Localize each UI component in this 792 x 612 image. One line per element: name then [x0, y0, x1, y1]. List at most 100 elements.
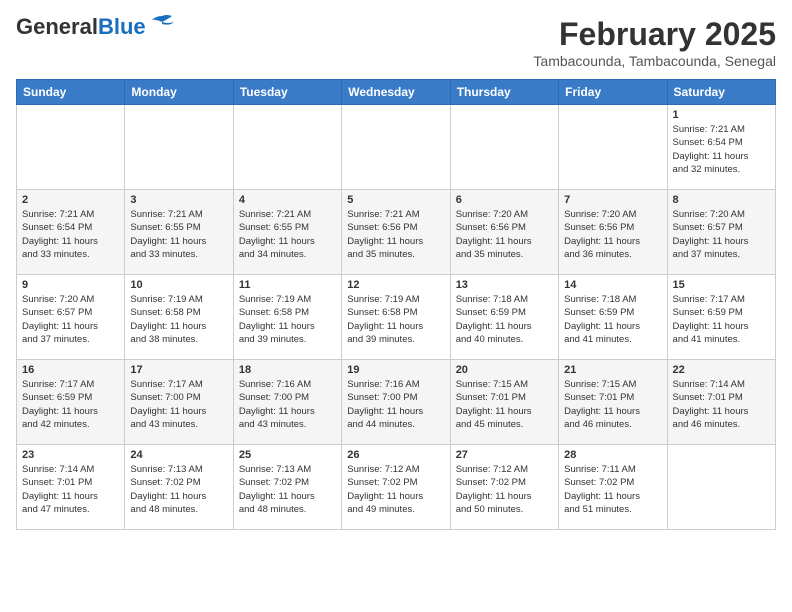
- calendar-cell: [17, 105, 125, 190]
- day-info: Sunrise: 7:19 AMSunset: 6:58 PMDaylight:…: [347, 293, 444, 346]
- calendar-cell: 24 Sunrise: 7:13 AMSunset: 7:02 PMDayligh…: [125, 445, 233, 530]
- calendar-cell: 3 Sunrise: 7:21 AMSunset: 6:55 PMDaylight…: [125, 190, 233, 275]
- weekday-header-sunday: Sunday: [17, 80, 125, 105]
- day-info: Sunrise: 7:20 AMSunset: 6:56 PMDaylight:…: [564, 208, 661, 261]
- calendar-week-2: 9 Sunrise: 7:20 AMSunset: 6:57 PMDaylight…: [17, 275, 776, 360]
- calendar-cell: 20Sunrise: 7:15 AMSunset: 7:01 PMDayligh…: [450, 360, 558, 445]
- day-info: Sunrise: 7:15 AMSunset: 7:01 PMDaylight:…: [456, 378, 553, 431]
- day-info: Sunrise: 7:14 AMSunset: 7:01 PMDaylight:…: [22, 463, 119, 516]
- calendar-week-4: 23 Sunrise: 7:14 AMSunset: 7:01 PMDayligh…: [17, 445, 776, 530]
- calendar-cell: 27Sunrise: 7:12 AMSunset: 7:02 PMDayligh…: [450, 445, 558, 530]
- day-number: 21: [564, 364, 661, 376]
- calendar-cell: [559, 105, 667, 190]
- calendar-cell: 25 Sunrise: 7:13 AMSunset: 7:02 PMDayligh…: [233, 445, 341, 530]
- day-number: 1: [673, 109, 770, 121]
- calendar-cell: [233, 105, 341, 190]
- calendar-cell: 22 Sunrise: 7:14 AMSunset: 7:01 PMDayligh…: [667, 360, 775, 445]
- day-info: Sunrise: 7:20 AMSunset: 6:57 PMDaylight:…: [22, 293, 119, 346]
- calendar-cell: 19 Sunrise: 7:16 AMSunset: 7:00 PMDayligh…: [342, 360, 450, 445]
- calendar-cell: 23 Sunrise: 7:14 AMSunset: 7:01 PMDayligh…: [17, 445, 125, 530]
- day-info: Sunrise: 7:20 AMSunset: 6:56 PMDaylight:…: [456, 208, 553, 261]
- calendar-week-3: 16 Sunrise: 7:17 AMSunset: 6:59 PMDayligh…: [17, 360, 776, 445]
- day-number: 6: [456, 194, 553, 206]
- calendar-week-0: 1 Sunrise: 7:21 AMSunset: 6:54 PMDaylight…: [17, 105, 776, 190]
- day-info: Sunrise: 7:17 AMSunset: 6:59 PMDaylight:…: [22, 378, 119, 431]
- calendar-cell: 7Sunrise: 7:20 AMSunset: 6:56 PMDaylight…: [559, 190, 667, 275]
- day-number: 28: [564, 449, 661, 461]
- calendar-cell: 16 Sunrise: 7:17 AMSunset: 6:59 PMDayligh…: [17, 360, 125, 445]
- day-number: 23: [22, 449, 119, 461]
- calendar-cell: [667, 445, 775, 530]
- title-block: February 2025 Tambacounda, Tambacounda, …: [533, 16, 776, 69]
- day-info: Sunrise: 7:17 AMSunset: 6:59 PMDaylight:…: [673, 293, 770, 346]
- weekday-header-thursday: Thursday: [450, 80, 558, 105]
- page-subtitle: Tambacounda, Tambacounda, Senegal: [533, 53, 776, 69]
- calendar: SundayMondayTuesdayWednesdayThursdayFrid…: [16, 79, 776, 530]
- calendar-cell: 28 Sunrise: 7:11 AMSunset: 7:02 PMDayligh…: [559, 445, 667, 530]
- page-title: February 2025: [533, 16, 776, 53]
- day-info: Sunrise: 7:19 AMSunset: 6:58 PMDaylight:…: [130, 293, 227, 346]
- day-number: 25: [239, 449, 336, 461]
- day-info: Sunrise: 7:21 AMSunset: 6:54 PMDaylight:…: [22, 208, 119, 261]
- weekday-header-wednesday: Wednesday: [342, 80, 450, 105]
- calendar-cell: 10 Sunrise: 7:19 AMSunset: 6:58 PMDayligh…: [125, 275, 233, 360]
- day-number: 14: [564, 279, 661, 291]
- calendar-cell: 4Sunrise: 7:21 AMSunset: 6:55 PMDaylight…: [233, 190, 341, 275]
- calendar-header-row: SundayMondayTuesdayWednesdayThursdayFrid…: [17, 80, 776, 105]
- day-info: Sunrise: 7:12 AMSunset: 7:02 PMDaylight:…: [347, 463, 444, 516]
- calendar-cell: 2 Sunrise: 7:21 AMSunset: 6:54 PMDaylight…: [17, 190, 125, 275]
- day-info: Sunrise: 7:13 AMSunset: 7:02 PMDaylight:…: [130, 463, 227, 516]
- calendar-cell: 5Sunrise: 7:21 AMSunset: 6:56 PMDaylight…: [342, 190, 450, 275]
- calendar-week-1: 2 Sunrise: 7:21 AMSunset: 6:54 PMDaylight…: [17, 190, 776, 275]
- calendar-cell: [450, 105, 558, 190]
- day-number: 2: [22, 194, 119, 206]
- day-number: 18: [239, 364, 336, 376]
- day-info: Sunrise: 7:21 AMSunset: 6:54 PMDaylight:…: [673, 123, 770, 176]
- weekday-header-friday: Friday: [559, 80, 667, 105]
- calendar-cell: 6 Sunrise: 7:20 AMSunset: 6:56 PMDaylight…: [450, 190, 558, 275]
- logo-blue: Blue: [98, 14, 146, 39]
- day-info: Sunrise: 7:14 AMSunset: 7:01 PMDaylight:…: [673, 378, 770, 431]
- day-info: Sunrise: 7:13 AMSunset: 7:02 PMDaylight:…: [239, 463, 336, 516]
- day-info: Sunrise: 7:18 AMSunset: 6:59 PMDaylight:…: [456, 293, 553, 346]
- day-info: Sunrise: 7:21 AMSunset: 6:55 PMDaylight:…: [130, 208, 227, 261]
- logo-general: General: [16, 14, 98, 39]
- day-number: 16: [22, 364, 119, 376]
- day-number: 13: [456, 279, 553, 291]
- day-info: Sunrise: 7:18 AMSunset: 6:59 PMDaylight:…: [564, 293, 661, 346]
- day-number: 15: [673, 279, 770, 291]
- calendar-cell: 15 Sunrise: 7:17 AMSunset: 6:59 PMDayligh…: [667, 275, 775, 360]
- day-info: Sunrise: 7:11 AMSunset: 7:02 PMDaylight:…: [564, 463, 661, 516]
- day-number: 3: [130, 194, 227, 206]
- day-number: 22: [673, 364, 770, 376]
- day-info: Sunrise: 7:16 AMSunset: 7:00 PMDaylight:…: [239, 378, 336, 431]
- weekday-header-saturday: Saturday: [667, 80, 775, 105]
- day-number: 9: [22, 279, 119, 291]
- day-number: 4: [239, 194, 336, 206]
- calendar-cell: [342, 105, 450, 190]
- day-info: Sunrise: 7:19 AMSunset: 6:58 PMDaylight:…: [239, 293, 336, 346]
- day-info: Sunrise: 7:20 AMSunset: 6:57 PMDaylight:…: [673, 208, 770, 261]
- day-number: 27: [456, 449, 553, 461]
- calendar-cell: 18 Sunrise: 7:16 AMSunset: 7:00 PMDayligh…: [233, 360, 341, 445]
- day-info: Sunrise: 7:16 AMSunset: 7:00 PMDaylight:…: [347, 378, 444, 431]
- calendar-cell: 9 Sunrise: 7:20 AMSunset: 6:57 PMDaylight…: [17, 275, 125, 360]
- calendar-cell: 11 Sunrise: 7:19 AMSunset: 6:58 PMDayligh…: [233, 275, 341, 360]
- calendar-cell: [125, 105, 233, 190]
- calendar-cell: 17Sunrise: 7:17 AMSunset: 7:00 PMDayligh…: [125, 360, 233, 445]
- calendar-cell: 26 Sunrise: 7:12 AMSunset: 7:02 PMDayligh…: [342, 445, 450, 530]
- day-number: 26: [347, 449, 444, 461]
- calendar-cell: 1 Sunrise: 7:21 AMSunset: 6:54 PMDaylight…: [667, 105, 775, 190]
- day-number: 24: [130, 449, 227, 461]
- day-number: 19: [347, 364, 444, 376]
- calendar-cell: 21Sunrise: 7:15 AMSunset: 7:01 PMDayligh…: [559, 360, 667, 445]
- calendar-cell: 13 Sunrise: 7:18 AMSunset: 6:59 PMDayligh…: [450, 275, 558, 360]
- day-number: 11: [239, 279, 336, 291]
- day-number: 8: [673, 194, 770, 206]
- day-number: 10: [130, 279, 227, 291]
- logo-bird-icon: [148, 14, 176, 32]
- day-info: Sunrise: 7:17 AMSunset: 7:00 PMDaylight:…: [130, 378, 227, 431]
- day-info: Sunrise: 7:21 AMSunset: 6:56 PMDaylight:…: [347, 208, 444, 261]
- weekday-header-tuesday: Tuesday: [233, 80, 341, 105]
- weekday-header-monday: Monday: [125, 80, 233, 105]
